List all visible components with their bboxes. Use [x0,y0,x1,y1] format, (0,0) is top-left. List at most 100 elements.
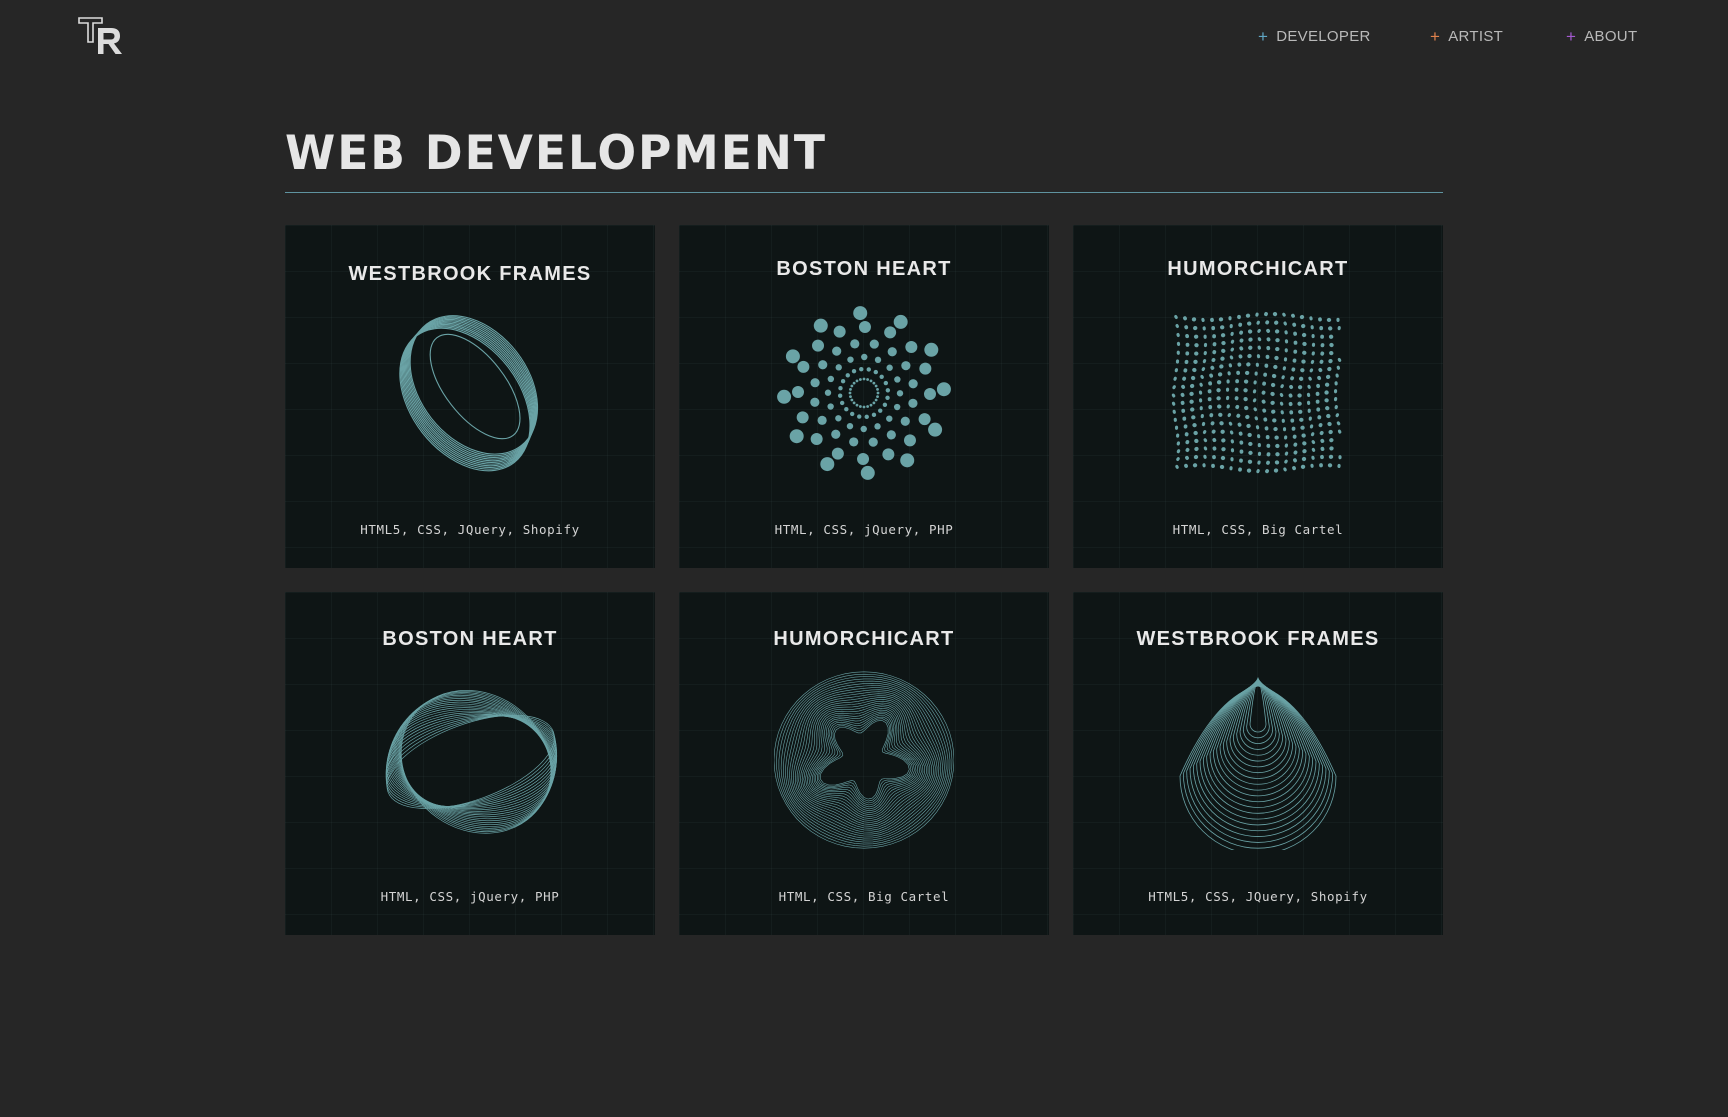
dot [879,374,884,379]
dot [1263,372,1268,377]
dot [1298,376,1304,381]
dot [837,393,843,398]
project-tech: HTML, CSS, jQuery, PHP [774,522,954,537]
dot [1238,467,1242,472]
dot [847,356,854,363]
dot [1293,349,1298,354]
dot [1308,376,1312,381]
dot [1211,429,1216,434]
dot [886,430,896,440]
dot [1302,350,1307,355]
dot [1237,422,1242,427]
dot [1263,417,1268,422]
dot [1208,381,1213,386]
project-card-westbrook-frames-2[interactable]: WESTBROOK FRAMES HTML5, CSS, JQuery, Sho… [1073,592,1443,935]
dot [1219,421,1224,426]
dot [1309,316,1313,321]
dot [1174,368,1178,373]
dot [1183,368,1188,373]
dot [1299,314,1305,320]
dot [1171,393,1176,398]
dot [852,401,856,405]
dot [1243,388,1248,393]
dot [1257,451,1262,456]
dot [1173,376,1177,381]
contour-line [1179,685,1337,850]
dot [1255,425,1260,430]
dot [1318,423,1323,428]
dot [1238,354,1243,359]
dot [789,429,804,444]
project-card-boston-heart[interactable]: BOSTON HEART HTML, CSS, jQuery, PHP [679,225,1049,568]
dot [1288,393,1293,398]
project-card-humorchicart[interactable]: HUMORCHICART HTML, CSS, Big Cartel [1073,225,1443,568]
dot [1211,463,1215,468]
dot [1319,325,1324,331]
contour-line [1206,682,1310,809]
dot [1252,398,1257,403]
dot [1192,463,1198,468]
dot [831,429,841,439]
dot [1221,447,1226,452]
dot [1184,463,1188,468]
twisted-loop-icon [385,690,558,834]
dot [1202,463,1206,468]
dot [833,325,846,338]
dot [1175,464,1179,469]
dot [1247,432,1252,438]
dot [1324,390,1329,395]
dot [887,347,897,357]
nav-artist[interactable]: + ARTIST [1430,28,1503,45]
dot [1299,417,1304,422]
dot [1239,346,1244,351]
dot [862,377,866,381]
dot [1230,448,1235,453]
dot [885,388,891,393]
dot [1292,358,1297,363]
dot [1202,430,1207,435]
dot [1255,312,1259,317]
project-card-boston-heart-2[interactable]: BOSTON HEART HTML, CSS, jQuery, PHP [285,592,655,935]
dot [1192,423,1197,428]
dot [1281,418,1285,423]
dot [1309,424,1314,429]
nav-bar: + DEVELOPER + ARTIST + ABOUT [0,28,1728,52]
dot [1227,412,1231,418]
nav-about[interactable]: + ABOUT [1566,28,1637,45]
dot [1246,423,1251,429]
dot [859,366,864,372]
dot [858,405,862,408]
dot [1185,455,1189,460]
project-card-humorchicart-2[interactable]: HUMORCHICART HTML, CSS, Big Cartel [679,592,1049,935]
nav-developer[interactable]: + DEVELOPER [1258,28,1371,45]
dot [1311,455,1315,460]
dot [1317,375,1322,381]
dot [1284,443,1288,448]
dot [1218,317,1224,322]
dot [1200,413,1204,419]
dot [1185,447,1190,452]
dot [1302,341,1307,347]
dot [1266,443,1271,448]
dot [1283,321,1287,326]
dot [1257,460,1261,465]
project-tech: HTML, CSS, Big Cartel [1172,522,1344,537]
dot [1221,438,1226,443]
dot [876,395,879,399]
dot [1271,373,1277,379]
project-card-westbrook-frames[interactable]: WESTBROOK FRAMES HTML5, CSS, JQuery, Sho… [285,225,655,568]
dot [1248,345,1253,350]
dot [1318,367,1323,373]
dot [813,318,828,333]
dot [1202,326,1206,331]
dot [1306,392,1311,397]
dot [820,457,835,472]
dot [1301,456,1307,462]
dot [1248,337,1253,342]
dot [923,387,936,400]
dot [872,401,876,405]
dot [1257,337,1262,342]
dot [1291,313,1295,318]
dot [1203,438,1208,443]
ring-coil-icon [399,315,539,472]
